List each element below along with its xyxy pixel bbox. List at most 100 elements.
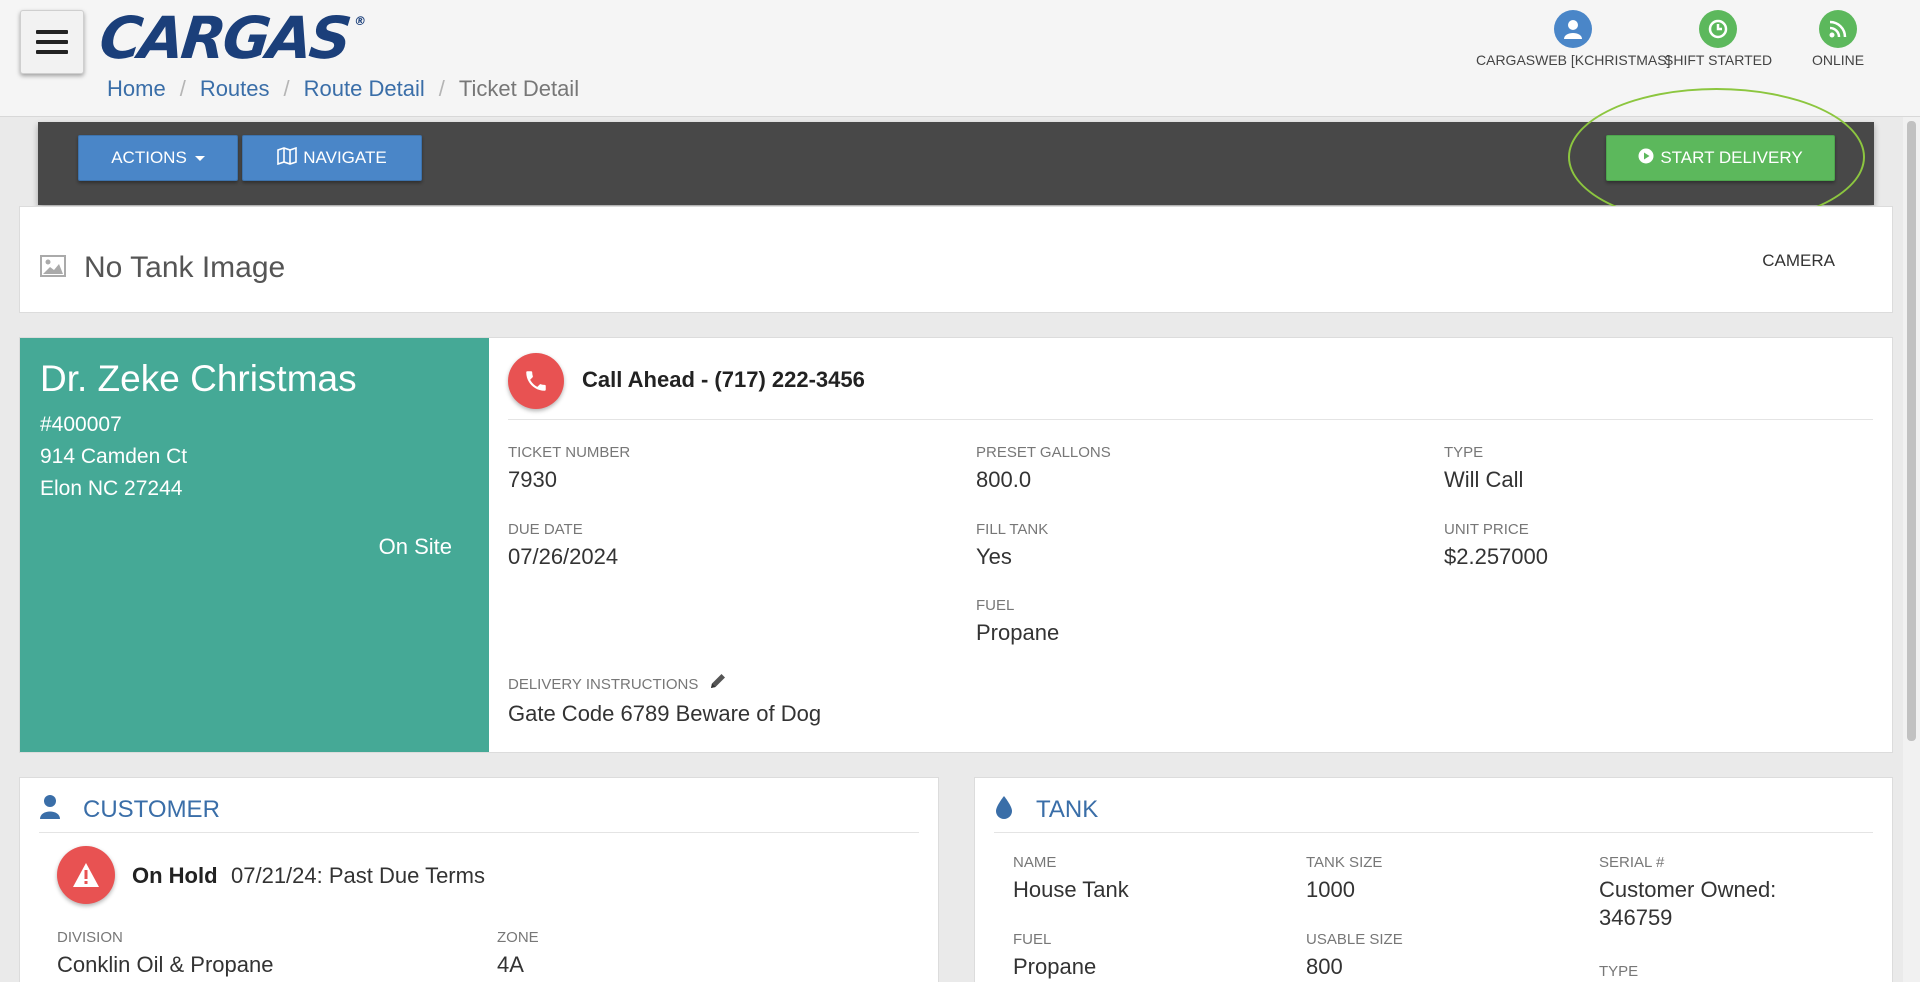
start-delivery-label: START DELIVERY: [1660, 148, 1803, 167]
fuel-field: FUEL Propane: [976, 597, 1059, 646]
field-label: FUEL: [1013, 931, 1052, 948]
tank-image-card: No Tank Image CAMERA: [19, 206, 1893, 313]
no-tank-image-text: No Tank Image: [84, 251, 286, 284]
zone-field: ZONE 4A: [497, 929, 539, 978]
field-label: SERIAL #: [1599, 854, 1665, 871]
breadcrumb-routes-link[interactable]: Routes: [200, 76, 270, 102]
map-icon: [277, 146, 298, 170]
tank-name-field: NAME House Tank: [1013, 854, 1129, 903]
field-value: 800: [1306, 954, 1343, 979]
field-label: TYPE: [1599, 963, 1639, 980]
preset-gallons-field: PRESET GALLONS 800.0: [976, 444, 1111, 493]
account-number: #400007: [40, 413, 122, 436]
action-toolbar: ACTIONS NAVIGATE START DELIVERY: [38, 122, 1874, 205]
caret-down-icon: [194, 155, 205, 161]
field-value: $2.257000: [1444, 544, 1548, 569]
hamburger-bar: [36, 50, 68, 54]
field-value: 07/26/2024: [508, 544, 619, 569]
breadcrumb-separator: /: [283, 76, 290, 101]
breadcrumb: Home / Routes / Route Detail / Ticket De…: [107, 76, 579, 102]
breadcrumb-current: Ticket Detail: [458, 76, 580, 101]
address-line1: 914 Camden Ct: [40, 445, 188, 468]
hamburger-bar: [36, 40, 68, 44]
ticket-number-field: TICKET NUMBER 7930: [508, 444, 630, 493]
field-value: Gate Code 6789 Beware of Dog: [508, 701, 822, 726]
field-value: House Tank: [1013, 877, 1129, 902]
field-label: USABLE SIZE: [1306, 931, 1403, 948]
phone-icon[interactable]: [508, 353, 564, 409]
delivery-instructions-label: DELIVERY INSTRUCTIONS: [508, 676, 699, 693]
start-delivery-button[interactable]: START DELIVERY: [1606, 135, 1835, 181]
field-value: 346759: [1599, 905, 1673, 930]
hold-reason: 07/21/24: Past Due Terms: [231, 863, 485, 888]
customer-section-header: CUSTOMER: [39, 794, 220, 825]
user-icon: [39, 794, 61, 825]
ticket-status: On Site: [378, 534, 452, 559]
fill-tank-field: FILL TANK Yes: [976, 521, 1048, 570]
breadcrumb-home-link[interactable]: Home: [107, 76, 166, 102]
serial-field: SERIAL # Customer Owned: 346759: [1599, 854, 1776, 931]
field-value: Customer Owned:: [1599, 877, 1777, 902]
delivery-instructions-field: DELIVERY INSTRUCTIONS Gate Code 6789 Bew…: [508, 671, 821, 727]
breadcrumb-route-detail-link[interactable]: Route Detail: [304, 76, 425, 102]
play-circle-icon: [1638, 148, 1654, 169]
pencil-icon[interactable]: [708, 671, 728, 695]
ticket-card: Dr. Zeke Christmas #400007 914 Camden Ct…: [19, 337, 1893, 753]
divider: [508, 419, 1873, 420]
divider: [39, 832, 919, 833]
field-label: DELIVERY INSTRUCTIONS: [508, 671, 821, 695]
tank-type-field: TYPE: [1599, 963, 1638, 980]
breadcrumb-separator: /: [438, 76, 445, 101]
tank-section-title: TANK: [1036, 795, 1099, 823]
field-value: Propane: [1013, 954, 1097, 979]
divider: [994, 832, 1873, 833]
user-status[interactable]: CARGASWEB [KCHRISTMAS]: [1476, 10, 1670, 68]
field-label: FILL TANK: [976, 521, 1049, 538]
camera-button[interactable]: CAMERA: [1762, 251, 1835, 271]
actions-dropdown-button[interactable]: ACTIONS: [78, 135, 238, 181]
clock-icon: [1699, 10, 1738, 48]
field-label: NAME: [1013, 854, 1057, 871]
page-scrollbar[interactable]: [1903, 117, 1920, 982]
field-label: TICKET NUMBER: [508, 444, 631, 461]
field-value: 7930: [508, 467, 557, 492]
tank-size-field: TANK SIZE 1000: [1306, 854, 1382, 903]
type-field: TYPE Will Call: [1444, 444, 1523, 493]
connection-status-label: ONLINE: [1812, 52, 1865, 68]
field-label: UNIT PRICE: [1444, 521, 1529, 538]
address-line2: Elon NC 27244: [40, 477, 183, 500]
field-value: Yes: [976, 544, 1012, 569]
due-date-field: DUE DATE 07/26/2024: [508, 521, 618, 570]
field-value: 4A: [497, 952, 524, 977]
hamburger-bar: [36, 30, 68, 34]
field-label: DUE DATE: [508, 521, 583, 538]
breadcrumb-separator: /: [179, 76, 186, 101]
unit-price-field: UNIT PRICE $2.257000: [1444, 521, 1548, 570]
navigate-button[interactable]: NAVIGATE: [242, 135, 422, 181]
hold-status-label: On Hold: [132, 863, 218, 888]
navigate-label: NAVIGATE: [303, 148, 387, 167]
tank-card: TANK NAME House Tank TANK SIZE 1000 SERI…: [974, 777, 1893, 982]
tank-fuel-field: FUEL Propane: [1013, 931, 1096, 980]
customer-panel: Dr. Zeke Christmas #400007 914 Camden Ct…: [20, 338, 489, 752]
actions-label: ACTIONS: [111, 148, 187, 167]
shift-status-label: SHIFT STARTED: [1664, 52, 1773, 68]
no-tank-image: No Tank Image: [40, 251, 285, 285]
user-icon: [1554, 10, 1593, 48]
rss-icon: [1819, 10, 1858, 48]
shift-status[interactable]: SHIFT STARTED: [1664, 10, 1772, 68]
droplet-icon: [994, 794, 1014, 825]
hamburger-menu-button[interactable]: [20, 10, 84, 74]
field-label: DIVISION: [57, 929, 123, 946]
field-value: Conklin Oil & Propane: [57, 952, 274, 977]
ticket-info: Call Ahead - (717) 222-3456 TICKET NUMBE…: [489, 338, 1892, 752]
customer-section-title: CUSTOMER: [83, 795, 220, 823]
user-status-label: CARGASWEB [KCHRISTMAS]: [1476, 52, 1671, 68]
cargas-logo[interactable]: CARGAS®: [96, 4, 366, 72]
connection-status[interactable]: ONLINE: [1812, 10, 1864, 68]
scrollbar-thumb[interactable]: [1907, 121, 1916, 741]
field-label: TANK SIZE: [1306, 854, 1383, 871]
call-ahead-link[interactable]: Call Ahead - (717) 222-3456: [582, 367, 865, 393]
warning-icon: [57, 846, 115, 904]
customer-card: CUSTOMER On Hold 07/21/24: Past Due Term…: [19, 777, 939, 982]
